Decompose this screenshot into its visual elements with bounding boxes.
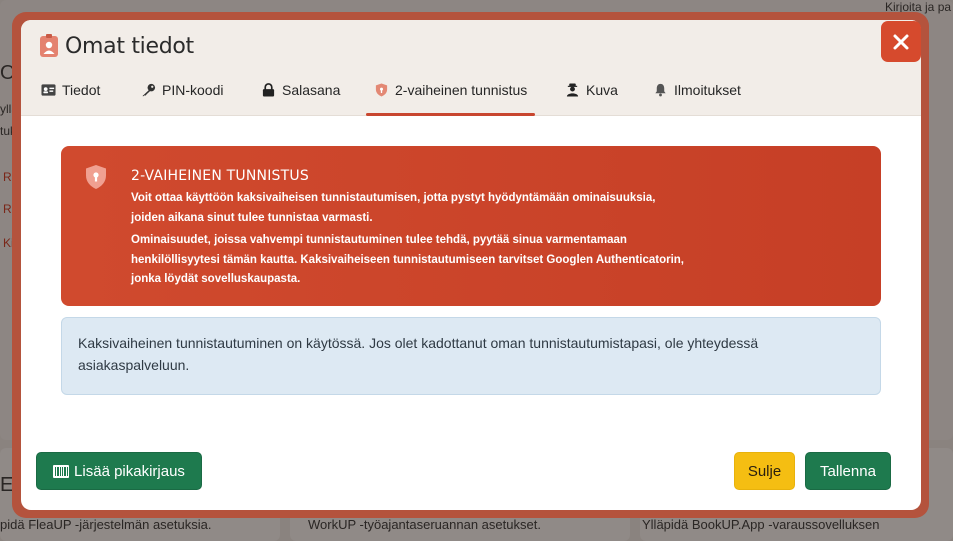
tab-label: Tiedot xyxy=(62,82,101,98)
modal-title: Omat tiedot xyxy=(65,33,194,59)
tab-salasana[interactable]: Salasana xyxy=(261,78,340,116)
key-icon xyxy=(142,83,156,97)
tab-label: PIN-koodi xyxy=(162,82,224,98)
shield-icon xyxy=(375,83,388,97)
lock-icon xyxy=(262,83,275,97)
profile-modal: Omat tiedot Tiedot PIN-koodi Salasana 2-… xyxy=(21,20,921,510)
shield-icon xyxy=(86,165,106,189)
tab-pin-koodi[interactable]: PIN-koodi xyxy=(141,78,223,116)
modal-header: Omat tiedot Tiedot PIN-koodi Salasana 2-… xyxy=(21,20,921,116)
bell-icon xyxy=(655,83,666,97)
tab-kuva[interactable]: Kuva xyxy=(565,78,618,116)
tab-label: Ilmoitukset xyxy=(674,82,741,98)
close-button-label: Sulje xyxy=(747,462,782,480)
tab-tiedot[interactable]: Tiedot xyxy=(41,78,100,116)
save-button-label: Tallenna xyxy=(820,462,876,480)
two-factor-status-info: Kaksivaiheinen tunnistautuminen on käytö… xyxy=(61,317,881,395)
modal-title-row: Omat tiedot xyxy=(39,33,194,59)
alert-paragraph: Voit ottaa käyttöön kaksivaiheisen tunni… xyxy=(131,192,656,224)
alert-paragraph: Ominaisuudet, joissa vahvempi tunnistaut… xyxy=(131,234,684,285)
id-card-icon xyxy=(41,84,56,96)
user-icon xyxy=(566,83,579,97)
close-icon xyxy=(893,34,909,49)
close-button[interactable]: Sulje xyxy=(734,452,795,490)
modal-tabs: Tiedot PIN-koodi Salasana 2-vaiheinen tu… xyxy=(21,78,921,116)
add-quick-booking-label: Lisää pikakirjaus xyxy=(74,462,185,480)
background-card-text: Ylläpidä BookUP.App -varaussovelluksen xyxy=(642,517,880,532)
alert-title: 2-VAIHEINEN TUNNISTUS xyxy=(131,168,309,184)
two-factor-alert: 2-VAIHEINEN TUNNISTUS Voit ottaa käyttöö… xyxy=(61,146,881,306)
tab-label: Salasana xyxy=(282,82,341,98)
background-card-text: WorkUP -työajantaseruannan asetukset. xyxy=(308,517,541,532)
add-quick-booking-button[interactable]: Lisää pikakirjaus xyxy=(36,452,202,490)
tab-label: 2-vaiheinen tunnistus xyxy=(395,82,528,98)
tab-label: Kuva xyxy=(586,82,618,98)
id-badge-icon xyxy=(40,34,58,57)
tab-ilmoitukset[interactable]: Ilmoitukset xyxy=(653,78,741,116)
modal-close-button[interactable] xyxy=(881,21,921,62)
barcode-icon xyxy=(53,464,70,478)
tab-2-vaiheinen-tunnistus[interactable]: 2-vaiheinen tunnistus xyxy=(365,78,536,116)
save-button[interactable]: Tallenna xyxy=(805,452,891,490)
background-card-text: pidä FleaUP -järjestelmän asetuksia. xyxy=(0,517,212,532)
